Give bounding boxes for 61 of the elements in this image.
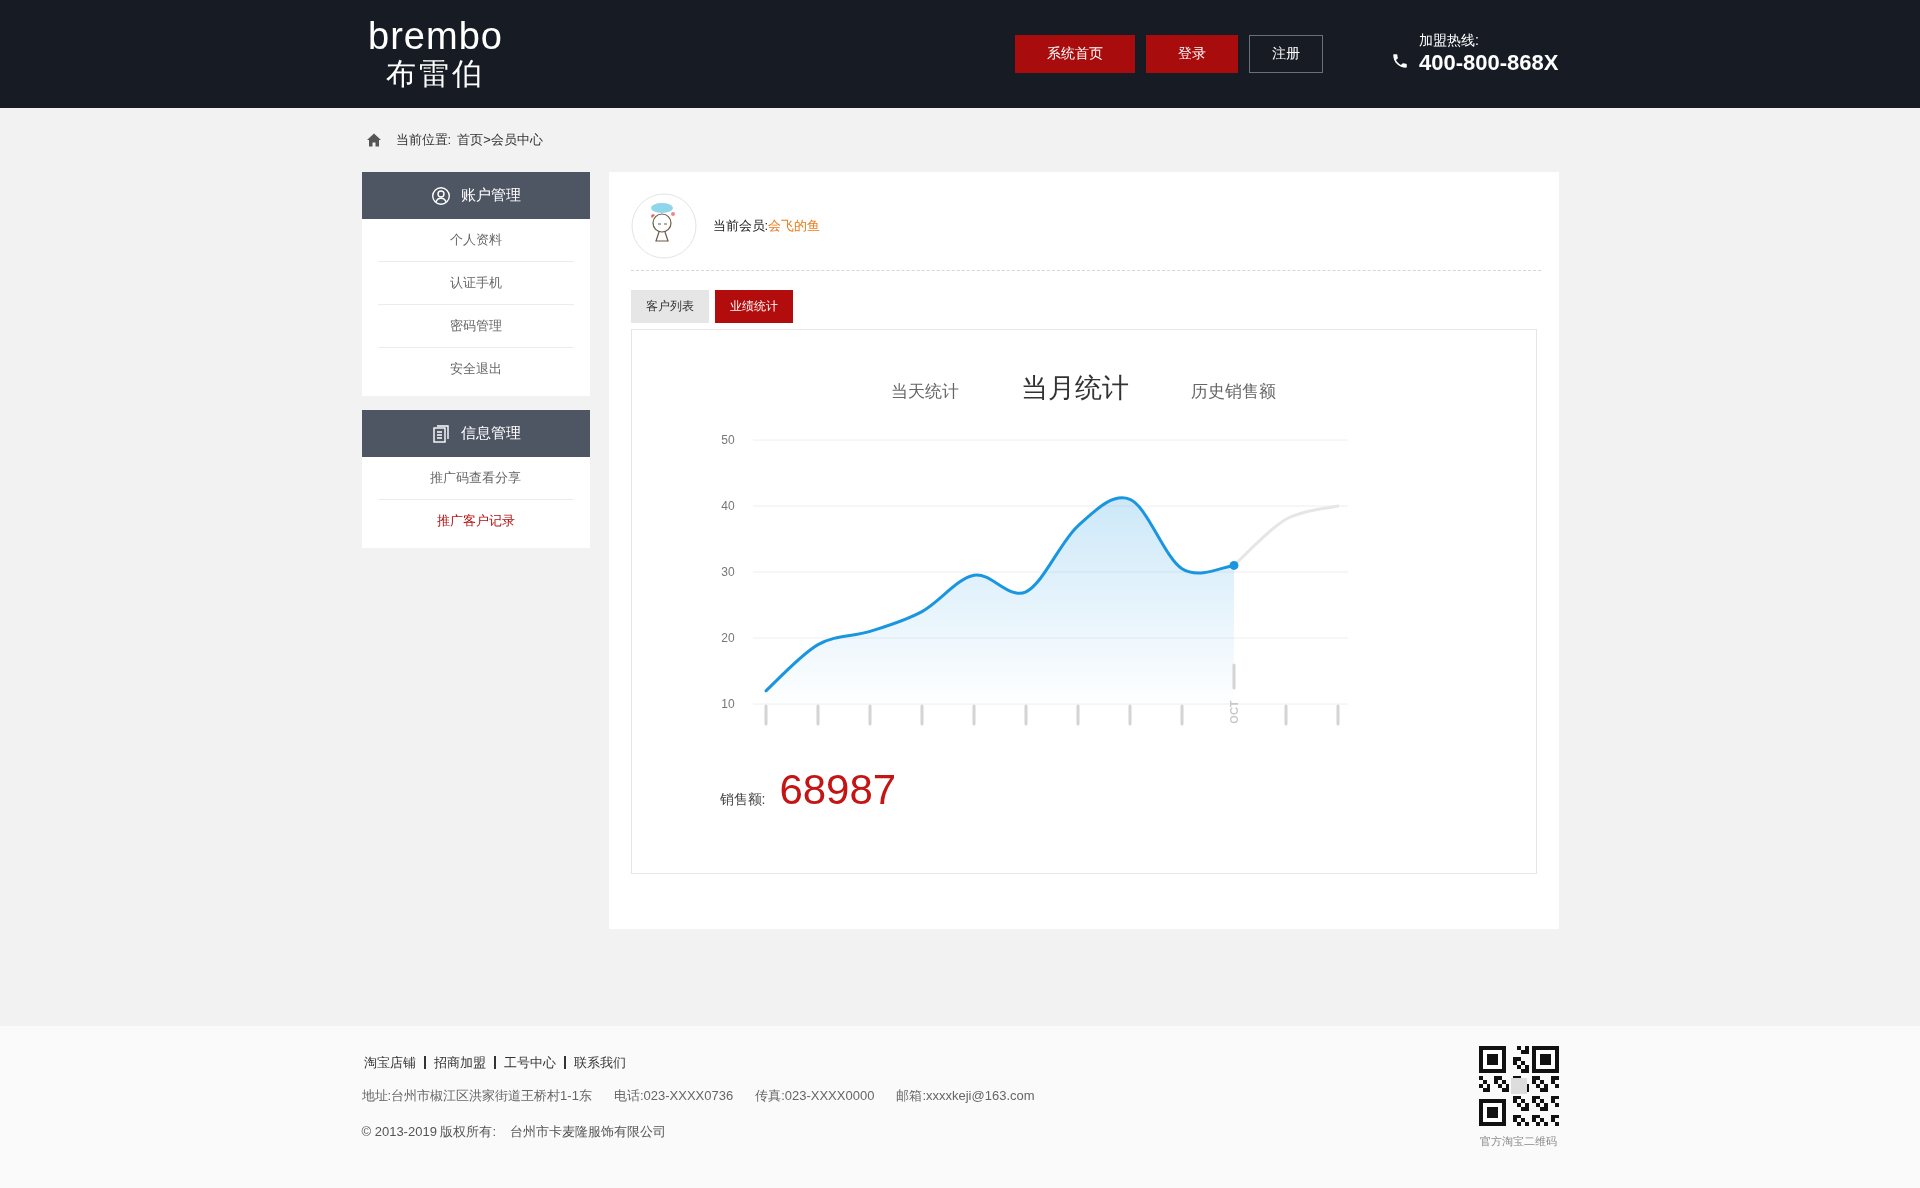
qr-code-icon [1478,1046,1559,1126]
user-icon [430,185,451,206]
tick-mark [868,704,871,726]
sidebar-item[interactable]: 认证手机 [377,261,574,304]
footer-link[interactable]: 工号中心 [493,1056,564,1069]
y-axis-label: 40 [720,499,735,513]
qr-caption: 官方淘宝二维码 [1480,1134,1557,1149]
tick-mark [1024,704,1027,726]
tick-mark [1336,704,1339,726]
member-label: 当前会员: [712,217,769,235]
contact-info: 邮箱:xxxxkeji@163.com [896,1087,1035,1105]
tick-mark [1180,704,1183,726]
y-axis-label: 50 [720,433,735,447]
tick-mark [1232,663,1235,690]
tick-mark [1076,704,1079,726]
nav-button[interactable]: 注册 [1249,35,1324,73]
footer-link[interactable]: 招商加盟 [423,1056,494,1069]
footer-link[interactable]: 联系我们 [563,1056,634,1069]
y-axis-label: 30 [720,565,735,579]
logo-text[interactable]: brembo [368,16,503,56]
sidebar-item[interactable]: 推广码查看分享 [377,457,574,499]
tick-mark [1128,704,1131,726]
copyright-text: © 2013-2019 版权所有: [361,1123,497,1141]
tick-mark [972,704,975,726]
section-title: 信息管理 [460,424,521,443]
sales-value: 68987 [779,766,897,814]
company-name: 台州市卡麦隆服饰有限公司 [510,1123,667,1141]
logo-subtitle: 布雷伯 [386,56,485,92]
phone-icon [1391,52,1410,70]
sidebar-item[interactable]: 推广客户记录 [377,499,574,542]
tick-mark [920,704,923,726]
footer-link[interactable]: 淘宝店铺 [361,1056,424,1069]
stats-tab[interactable]: 历史销售额 [1191,380,1276,403]
section-title: 账户管理 [460,186,521,205]
y-axis-label: 20 [720,631,735,645]
sales-label: 销售额: [719,791,766,809]
tab[interactable]: 客户列表 [630,290,709,323]
tab[interactable]: 业绩统计 [714,290,793,323]
tick-mark [816,704,819,726]
sidebar-item[interactable]: 个人资料 [377,219,574,261]
tick-mark [764,704,767,726]
hotline-label: 加盟热线: [1419,32,1480,50]
breadcrumb-path[interactable]: 首页>会员中心 [457,131,543,149]
hotline-number: 400-800-868X [1419,50,1559,76]
document-icon [430,423,451,444]
contact-info: 传真:023-XXXX0000 [755,1087,875,1105]
stats-tab[interactable]: 当月统计 [1021,370,1129,406]
avatar-drawing [630,193,697,259]
nav-button[interactable]: 系统首页 [1015,35,1136,73]
contact-info: 电话:023-XXXX0736 [613,1087,734,1105]
stats-tab[interactable]: 当天统计 [891,380,959,403]
tick-mark [1284,704,1287,726]
sidebar-item[interactable]: 密码管理 [377,304,574,347]
home-icon[interactable] [365,132,382,148]
breadcrumb-label: 当前位置: [395,131,452,149]
member-name: 会飞的鱼 [768,217,821,235]
sidebar-item[interactable]: 安全退出 [377,347,574,390]
data-point [1229,560,1238,570]
nav-button[interactable]: 登录 [1146,35,1239,73]
contact-info: 地址:台州市椒江区洪家街道王桥村1-1东 [361,1087,592,1105]
y-axis-label: 10 [720,697,735,711]
